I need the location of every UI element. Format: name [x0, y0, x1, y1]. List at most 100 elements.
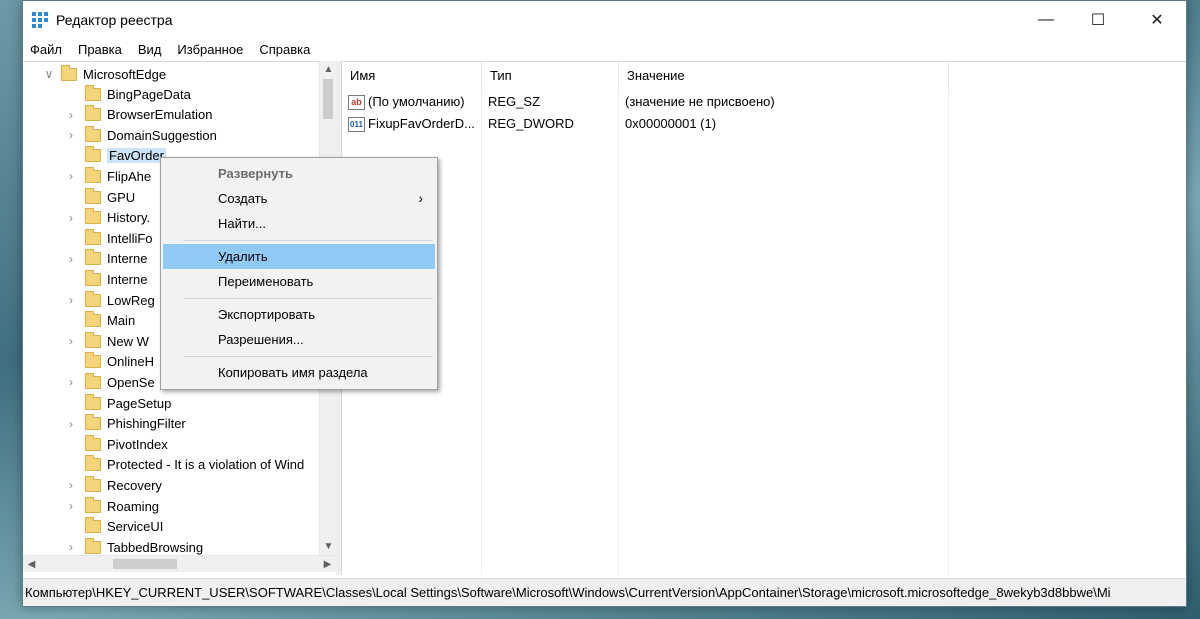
status-bar: Компьютер\HKEY_CURRENT_USER\SOFTWARE\Cla… — [23, 578, 1186, 606]
minimize-button[interactable]: — — [1023, 1, 1069, 38]
scroll-down-icon[interactable]: ▼ — [320, 538, 337, 555]
value-type: REG_DWORD — [488, 116, 574, 131]
maximize-button[interactable]: ☐ — [1075, 1, 1121, 38]
string-value-icon: ab — [348, 95, 365, 111]
collapse-chevron-icon[interactable]: ∨ — [43, 67, 55, 81]
folder-icon — [85, 537, 101, 554]
folder-icon — [85, 146, 101, 163]
column-value[interactable]: Значение — [619, 62, 949, 90]
value-row[interactable]: 011 FixupFavOrderD... — [348, 113, 475, 135]
menu-item-label: Экспортировать — [218, 307, 315, 322]
tree-item[interactable]: GPU — [65, 187, 135, 207]
tree-item[interactable]: FavOrder — [65, 146, 166, 166]
folder-icon — [85, 434, 101, 451]
scroll-thumb[interactable] — [113, 559, 177, 569]
tree-item-label: Roaming — [107, 498, 160, 514]
context-menu-item[interactable]: Переименовать — [163, 269, 435, 294]
tree-item[interactable]: Interne — [65, 269, 147, 289]
expand-chevron-icon[interactable]: › — [65, 478, 77, 492]
value-data: (значение не присвоено) — [625, 94, 775, 109]
tree-item-label: OpenSe — [107, 374, 155, 390]
scroll-right-icon[interactable]: ▶ — [319, 556, 336, 573]
tree-item[interactable]: › LowReg — [65, 290, 155, 310]
expand-chevron-icon[interactable]: › — [65, 375, 77, 389]
tree-item[interactable]: BingPageData — [65, 84, 191, 104]
close-button[interactable]: ✕ — [1134, 1, 1180, 38]
value-name: FixupFavOrderD... — [368, 116, 475, 131]
folder-icon — [85, 311, 101, 328]
expand-chevron-icon[interactable]: › — [65, 252, 77, 266]
tree-item[interactable]: › BrowserEmulation — [65, 105, 213, 125]
value-name: (По умолчанию) — [368, 94, 465, 109]
context-menu-item[interactable]: Развернуть — [163, 161, 435, 186]
context-menu-item[interactable]: Удалить — [163, 244, 435, 269]
folder-icon — [85, 84, 101, 101]
tree-item[interactable]: › New W — [65, 331, 149, 351]
folder-icon — [85, 496, 101, 513]
menu-bar: Файл Правка Вид Избранное Справка — [23, 38, 1186, 60]
tree-item[interactable]: ServiceUI — [65, 517, 163, 537]
column-name[interactable]: Имя — [342, 62, 482, 90]
tree-item[interactable]: › History. — [65, 208, 150, 228]
menu-file[interactable]: Файл — [30, 42, 62, 57]
expand-chevron-icon[interactable]: › — [65, 499, 77, 513]
tree-item[interactable]: › FlipAhe — [65, 166, 151, 186]
folder-icon — [85, 105, 101, 122]
tree-item[interactable]: PivotIndex — [65, 434, 168, 454]
tree-item-label: Protected - It is a violation of Wind — [107, 457, 305, 473]
context-menu-item[interactable]: Экспортировать — [163, 302, 435, 327]
folder-icon — [85, 269, 101, 286]
minimize-icon: — — [1038, 10, 1054, 28]
tree-item[interactable]: › Interne — [65, 249, 147, 269]
tree-item-label: PivotIndex — [107, 436, 168, 452]
tree-item-label: BrowserEmulation — [107, 107, 213, 123]
scroll-thumb[interactable] — [323, 79, 333, 119]
context-menu-item[interactable]: Создать › — [163, 186, 435, 211]
tree-item-parent[interactable]: ∨ MicrosoftEdge — [43, 64, 166, 84]
folder-icon — [85, 372, 101, 389]
column-type[interactable]: Тип — [482, 62, 619, 90]
expand-chevron-icon[interactable]: › — [65, 211, 77, 225]
values-list[interactable]: Имя Тип Значение ab (По умолчанию) REG_SZ… — [341, 61, 1186, 575]
expand-chevron-icon[interactable]: › — [65, 293, 77, 307]
tree-item[interactable]: Protected - It is a violation of Wind — [65, 455, 304, 475]
expand-chevron-icon[interactable]: › — [65, 334, 77, 348]
value-data: 0x00000001 (1) — [625, 116, 717, 131]
tree-item-label: ServiceUI — [107, 519, 164, 535]
tree-item[interactable]: › DomainSuggestion — [65, 125, 217, 145]
context-menu-item[interactable]: Разрешения... — [163, 327, 435, 352]
expand-chevron-icon[interactable]: › — [65, 108, 77, 122]
tree-item-label: IntelliFo — [107, 230, 153, 246]
expand-chevron-icon[interactable]: › — [65, 417, 77, 431]
context-menu-item[interactable]: Копировать имя раздела — [163, 360, 435, 385]
menu-favorites[interactable]: Избранное — [177, 42, 243, 57]
tree-horizontal-scrollbar[interactable]: ◀ ▶ — [23, 555, 336, 572]
menu-view[interactable]: Вид — [138, 42, 162, 57]
scroll-up-icon[interactable]: ▲ — [320, 61, 337, 78]
expand-chevron-icon[interactable]: › — [65, 540, 77, 554]
scroll-left-icon[interactable]: ◀ — [23, 556, 40, 573]
tree-item[interactable]: OnlineH — [65, 352, 154, 372]
folder-icon — [85, 331, 101, 348]
folder-icon — [85, 187, 101, 204]
tree-item[interactable]: PageSetup — [65, 393, 171, 413]
tree-item[interactable]: › OpenSe — [65, 372, 155, 392]
value-row[interactable]: ab (По умолчанию) — [348, 91, 465, 113]
expand-chevron-icon[interactable]: › — [65, 169, 77, 183]
folder-icon — [85, 393, 101, 410]
context-menu: Развернуть Создать › Найти... Удалить Переиме… — [160, 157, 438, 390]
menu-edit[interactable]: Правка — [78, 42, 122, 57]
tree-item-label: FlipAhe — [107, 168, 152, 184]
title-bar[interactable]: Редактор реестра — ☐ ✕ — [23, 1, 1186, 38]
tree-item[interactable]: › Roaming — [65, 496, 159, 516]
tree-item[interactable]: › Recovery — [65, 475, 162, 495]
menu-help[interactable]: Справка — [259, 42, 310, 57]
tree-item[interactable]: › PhishingFilter — [65, 414, 186, 434]
tree-item[interactable]: IntelliFo — [65, 228, 153, 248]
tree-item[interactable]: Main — [65, 311, 135, 331]
tree-item-label: Interne — [107, 251, 148, 267]
expand-chevron-icon[interactable]: › — [65, 128, 77, 142]
tree-item-label: Recovery — [107, 477, 162, 493]
tree-item-label: FavOrder — [107, 148, 166, 164]
context-menu-item[interactable]: Найти... — [163, 211, 435, 236]
